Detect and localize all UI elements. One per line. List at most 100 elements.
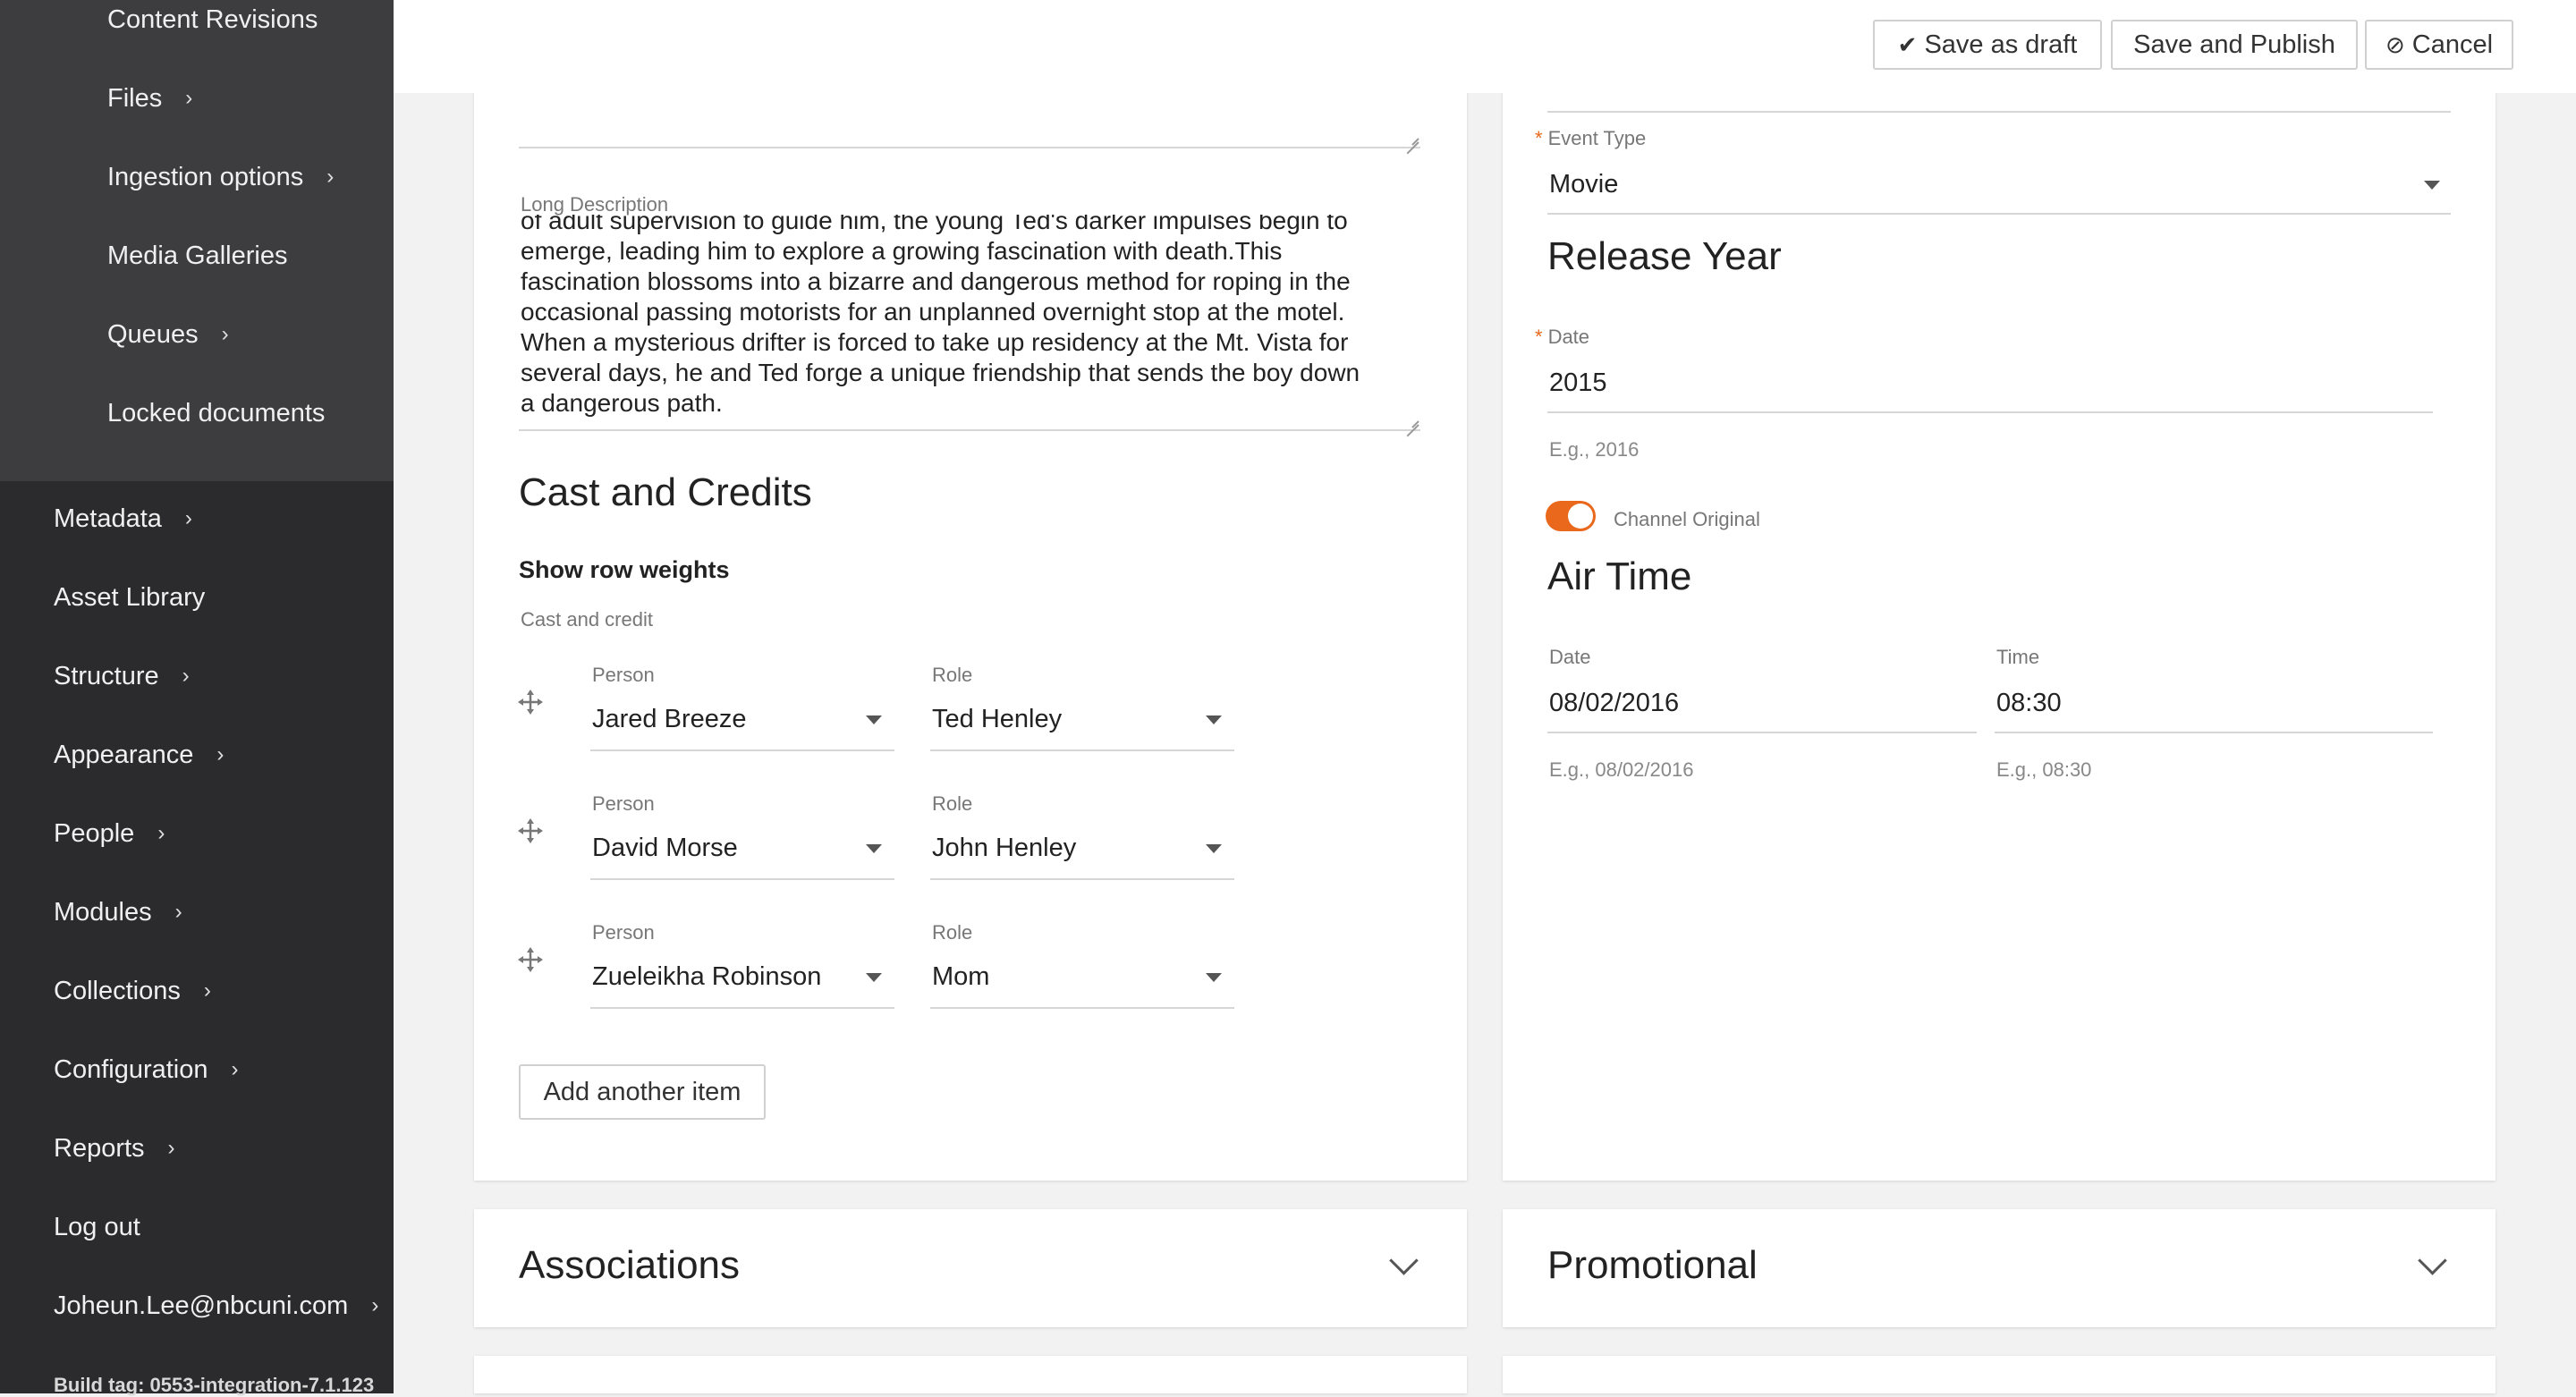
dropdown-caret-icon <box>1206 973 1222 982</box>
release-date-underline <box>1547 411 2433 413</box>
chevron-right-icon: › <box>371 1292 379 1317</box>
drag-handle-icon[interactable] <box>517 817 544 844</box>
save-draft-button[interactable]: ✔ Save as draft <box>1873 20 2102 70</box>
cancel-circle-icon: ⊘ <box>2385 30 2405 58</box>
sidebar-item-label: Asset Library <box>54 583 206 612</box>
sidebar-item-label: Log out <box>54 1213 140 1241</box>
person-select[interactable]: Jared Breeze <box>592 705 747 734</box>
person-select[interactable]: David Morse <box>592 834 738 863</box>
promotional-section[interactable]: Promotional <box>1503 1209 2496 1327</box>
sidebar-item-files[interactable]: Files › <box>107 84 192 114</box>
resize-handle-icon[interactable] <box>1404 131 1419 145</box>
role-select-underline <box>930 878 1234 880</box>
chevron-right-icon: › <box>157 820 165 845</box>
dropdown-caret-icon <box>1206 715 1222 724</box>
long-description-line: emerge, leading him to explore a growing… <box>521 237 1283 265</box>
role-select[interactable]: John Henley <box>932 834 1076 863</box>
air-time-label: Time <box>1996 646 2040 668</box>
resize-handle-icon[interactable] <box>1404 413 1419 428</box>
air-date-label: Date <box>1549 646 1591 668</box>
show-row-weights-link[interactable]: Show row weights <box>519 556 730 584</box>
sidebar-item-log-out[interactable]: Log out <box>54 1213 140 1242</box>
long-description-text: of adult supervision to guide him, the y… <box>521 215 1415 419</box>
sidebar-item-asset-library[interactable]: Asset Library <box>54 583 205 613</box>
person-label: Person <box>592 792 655 815</box>
long-description-line: of adult supervision to guide him, the y… <box>521 215 1348 234</box>
release-year-heading: Release Year <box>1547 234 1782 278</box>
sidebar-item-collections[interactable]: Collections › <box>54 977 211 1006</box>
person-select-underline <box>590 878 894 880</box>
channel-original-toggle[interactable] <box>1546 501 1596 531</box>
required-marker: * <box>1535 326 1543 348</box>
sidebar-item-label: Content Revisions <box>107 5 318 34</box>
chevron-down-icon[interactable] <box>2418 1246 2447 1275</box>
person-label: Person <box>592 664 655 686</box>
sidebar-item-people[interactable]: People › <box>54 819 165 849</box>
person-select-underline <box>590 749 894 751</box>
sidebar-item-configuration[interactable]: Configuration › <box>54 1055 239 1085</box>
sidebar-item-label: Ingestion options <box>107 163 304 191</box>
sidebar-item-ingestion-options[interactable]: Ingestion options › <box>107 163 334 192</box>
chevron-right-icon: › <box>167 1135 175 1160</box>
sidebar-item-user-account[interactable]: Joheun.Lee@nbcuni.com › <box>54 1291 378 1321</box>
chevron-right-icon: › <box>221 321 229 346</box>
person-select-underline <box>590 1007 894 1009</box>
dropdown-caret-icon <box>866 973 882 982</box>
cast-credit-label: Cast and credit <box>521 608 653 631</box>
cancel-button[interactable]: ⊘ Cancel <box>2365 20 2513 70</box>
event-type-underline <box>1547 213 2451 215</box>
sidebar-item-label: Media Galleries <box>107 241 288 270</box>
build-tag: Build tag: 0553-integration-7.1.123 <box>54 1374 375 1396</box>
long-description-underline <box>519 429 1420 431</box>
main-form-panel: Long Description of adult supervision to… <box>474 36 1467 1181</box>
release-date-input[interactable]: 2015 <box>1549 368 1607 398</box>
sidebar-item-structure[interactable]: Structure › <box>54 662 190 691</box>
chevron-right-icon: › <box>185 85 193 110</box>
chevron-down-icon[interactable] <box>1389 1246 1419 1275</box>
long-description-line: occasional passing motorists for an unpl… <box>521 298 1345 326</box>
sidebar-item-label: Queues <box>107 320 199 349</box>
sidebar-item-label: Appearance <box>54 741 194 769</box>
air-time-input[interactable]: 08:30 <box>1996 689 2062 718</box>
sidebar-item-modules[interactable]: Modules › <box>54 898 182 927</box>
sidebar-item-label: Reports <box>54 1134 145 1163</box>
sidebar-item-label: People <box>54 819 135 848</box>
chevron-right-icon: › <box>203 978 211 1003</box>
sidebar-item-label: Configuration <box>54 1055 208 1084</box>
sidebar-item-media-galleries[interactable]: Media Galleries <box>107 241 287 271</box>
event-type-label: * Event Type <box>1535 127 1646 150</box>
save-publish-button[interactable]: Save and Publish <box>2111 20 2358 70</box>
promotional-heading: Promotional <box>1547 1243 1758 1287</box>
long-description-textarea[interactable]: of adult supervision to guide him, the y… <box>521 215 1420 456</box>
sidebar-item-metadata[interactable]: Metadata › <box>54 504 192 534</box>
air-date-input[interactable]: 08/02/2016 <box>1549 689 1679 718</box>
air-time-heading: Air Time <box>1547 555 1692 598</box>
long-description-line: When a mysterious drifter is forced to t… <box>521 328 1349 356</box>
next-section-panel <box>474 1356 1467 1393</box>
sidebar-item-appearance[interactable]: Appearance › <box>54 741 224 770</box>
role-select[interactable]: Mom <box>932 962 989 992</box>
event-type-select[interactable]: Movie <box>1549 170 1618 199</box>
sidebar-item-reports[interactable]: Reports › <box>54 1134 175 1164</box>
associations-section[interactable]: Associations <box>474 1209 1467 1327</box>
sidebar-item-content-revisions[interactable]: Content Revisions <box>107 5 318 35</box>
short-description-underline <box>519 147 1420 148</box>
role-label: Role <box>932 921 973 944</box>
role-label: Role <box>932 664 973 686</box>
sidebar-item-label: Joheun.Lee@nbcuni.com <box>54 1291 349 1320</box>
sidebar-item-queues[interactable]: Queues › <box>107 320 229 350</box>
dropdown-caret-icon <box>2424 181 2440 190</box>
sidebar-item-label: Structure <box>54 662 159 690</box>
air-time-underline <box>1995 732 2433 733</box>
sidebar-item-label: Modules <box>54 898 152 927</box>
person-select[interactable]: Zueleikha Robinson <box>592 962 821 992</box>
dropdown-caret-icon <box>866 844 882 853</box>
drag-handle-icon[interactable] <box>517 946 544 973</box>
sidebar-item-locked-documents[interactable]: Locked documents <box>107 399 325 428</box>
drag-handle-icon[interactable] <box>517 689 544 715</box>
role-select[interactable]: Ted Henley <box>932 705 1062 734</box>
chevron-right-icon: › <box>216 741 225 766</box>
add-another-item-button[interactable]: Add another item <box>519 1064 766 1120</box>
role-label: Role <box>932 792 973 815</box>
chevron-right-icon: › <box>174 899 182 924</box>
